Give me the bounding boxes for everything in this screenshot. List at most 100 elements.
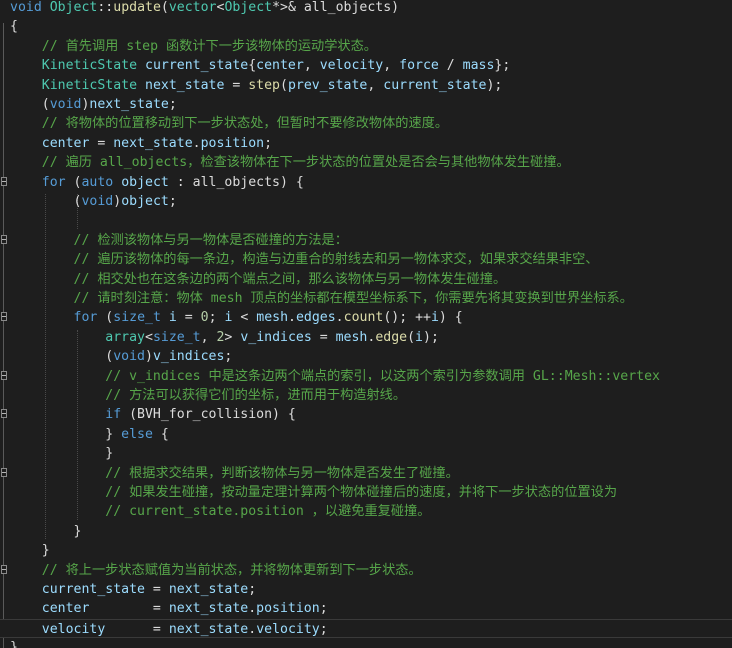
code-line[interactable]: (void)v_indices; [0,347,732,366]
code-line[interactable]: center = next_state.position; [0,134,732,153]
code-token: } [10,426,122,442]
code-line[interactable]: // 如果发生碰撞，按动量定理计算两个物体碰撞后的速度，并将下一步状态的位置设为 [0,483,732,502]
code-token: { [152,426,169,442]
code-token: ; [208,310,225,326]
code-text: // 将上一步状态赋值为当前状态，并将物体更新到下一步状态。 [10,561,422,580]
code-line[interactable]: // 将物体的位置移动到下一步状态处，但暂时不要修改物体的速度。 [0,114,732,133]
code-token: void [81,194,114,209]
code-line[interactable]: // v_indices 中是这条边两个端点的索引，以这两个索引为参数调用 GL… [0,367,732,386]
code-line[interactable]: for (auto object : all_objects) { [0,173,732,192]
code-line[interactable]: } else { [0,425,732,444]
code-token: vector [168,0,217,15]
code-line[interactable]: } [0,444,732,463]
fold-collapse-icon[interactable] [1,234,7,244]
code-line[interactable]: // 方法可以获得它们的坐标，进而用于构造射线。 [0,386,732,405]
code-line[interactable]: // 相交处也在这条边的两个端点之间，那么该物体与另一物体发生碰撞。 [0,270,732,289]
code-token: ( [407,329,416,345]
code-token: v_indices [240,329,312,345]
code-line[interactable]: // 首先调用 step 函数计下一步该物体的运动学状态。 [0,37,732,56]
code-token: next_state [168,621,249,637]
code-token: ) [144,349,153,365]
code-line[interactable] [0,211,732,230]
code-text: // 首先调用 step 函数计下一步该物体的运动学状态。 [10,37,377,56]
code-line[interactable]: { [0,17,732,36]
code-token: // 遍历该物体的每一条边，构造与边重合的射线去和另一物体求交，如果求交结果非空… [73,252,599,268]
code-token: current_state [145,58,249,74]
code-line[interactable]: // 检测该物体与另一物体是否碰撞的方法是： [0,231,732,250]
code-token: { [248,58,257,74]
code-line[interactable]: if (BVH_for_collision) { [0,405,732,424]
fold-collapse-icon[interactable] [1,409,7,419]
code-line[interactable]: for (size_t i = 0; i < mesh.edges.count(… [0,308,732,327]
code-line[interactable]: // current_state.position ，以避免重复碰撞。 [0,502,732,521]
code-text: current_state = next_state; [10,580,256,599]
code-text: } [10,541,50,560]
code-token: center [41,601,90,617]
code-token: = [176,310,201,326]
current-code-line[interactable]: velocity = next_state.velocity; [0,618,732,639]
code-token: / [438,58,463,74]
code-line[interactable]: center = next_state.position; [0,599,732,618]
code-text: void Object::update(vector<Object*>& all… [10,0,399,17]
code-token: current_state [383,77,487,93]
code-line[interactable]: void Object::update(vector<Object*>& all… [0,0,732,17]
fold-collapse-icon[interactable] [1,312,7,322]
code-token: ( [97,310,114,326]
code-token: } [10,446,114,462]
code-token: // 将物体的位置移动到下一步状态处，但暂时不要修改物体的速度。 [41,116,449,132]
fold-collapse-icon[interactable] [1,564,7,574]
code-line[interactable]: KineticState next_state = step(prev_stat… [0,76,732,95]
code-token: ; [319,621,328,637]
code-text: // 请时刻注意：物体 mesh 顶点的坐标都在模型坐标系下，你需要先将其变换到… [10,289,633,308]
code-token: ( [65,174,82,190]
code-text: center = next_state.position; [10,599,328,618]
code-token: { [10,19,18,35]
code-token: auto [81,174,114,190]
code-line[interactable]: } [0,638,732,648]
code-text: (void)next_state; [10,95,177,114]
code-line[interactable]: array<size_t, 2> v_indices = mesh.edge(i… [0,328,732,347]
code-editor[interactable]: void Object::update(vector<Object*>& all… [0,0,732,648]
code-token: prev_state [287,77,368,93]
code-line[interactable]: } [0,541,732,560]
code-token: next_state [89,97,169,112]
code-token: ; [168,97,177,112]
code-line[interactable]: KineticState current_state{center, veloc… [0,56,732,75]
code-token: ; [168,194,177,209]
fold-collapse-icon[interactable] [1,176,7,186]
code-line[interactable]: current_state = next_state; [0,580,732,599]
code-text: // 相交处也在这条边的两个端点之间，那么该物体与另一物体发生碰撞。 [10,270,507,289]
code-token: : all_objects) { [168,174,304,190]
code-line[interactable]: // 遍历 all_objects，检查该物体在下一步状态的位置处是否会与其他物… [0,153,732,172]
code-token: mesh [335,329,368,345]
code-token: // 相交处也在这条边的两个端点之间，那么该物体与另一物体发生碰撞。 [73,271,507,287]
code-line[interactable]: // 将上一步状态赋值为当前状态，并将物体更新到下一步状态。 [0,561,732,580]
code-token: if [105,407,122,423]
code-line[interactable]: (void)object; [0,192,732,211]
code-text: // 方法可以获得它们的坐标，进而用于构造射线。 [10,386,406,405]
code-line[interactable]: (void)next_state; [0,95,732,114]
code-line[interactable]: } [0,522,732,541]
code-line[interactable]: // 遍历该物体的每一条边，构造与边重合的射线去和另一物体求交，如果求交结果非空… [0,250,732,269]
code-line[interactable]: // 根据求交结果，判断该物体与另一物体是否发生了碰撞。 [0,464,732,483]
code-line[interactable]: // 请时刻注意：物体 mesh 顶点的坐标都在模型坐标系下，你需要先将其变换到… [0,289,732,308]
code-token: < [232,310,257,326]
fold-collapse-icon[interactable] [1,370,7,380]
code-token: = [224,77,249,93]
code-token: i [168,310,177,326]
code-token: ( [280,77,288,93]
code-token: next_state [168,582,249,597]
fold-collapse-icon[interactable] [1,467,7,477]
